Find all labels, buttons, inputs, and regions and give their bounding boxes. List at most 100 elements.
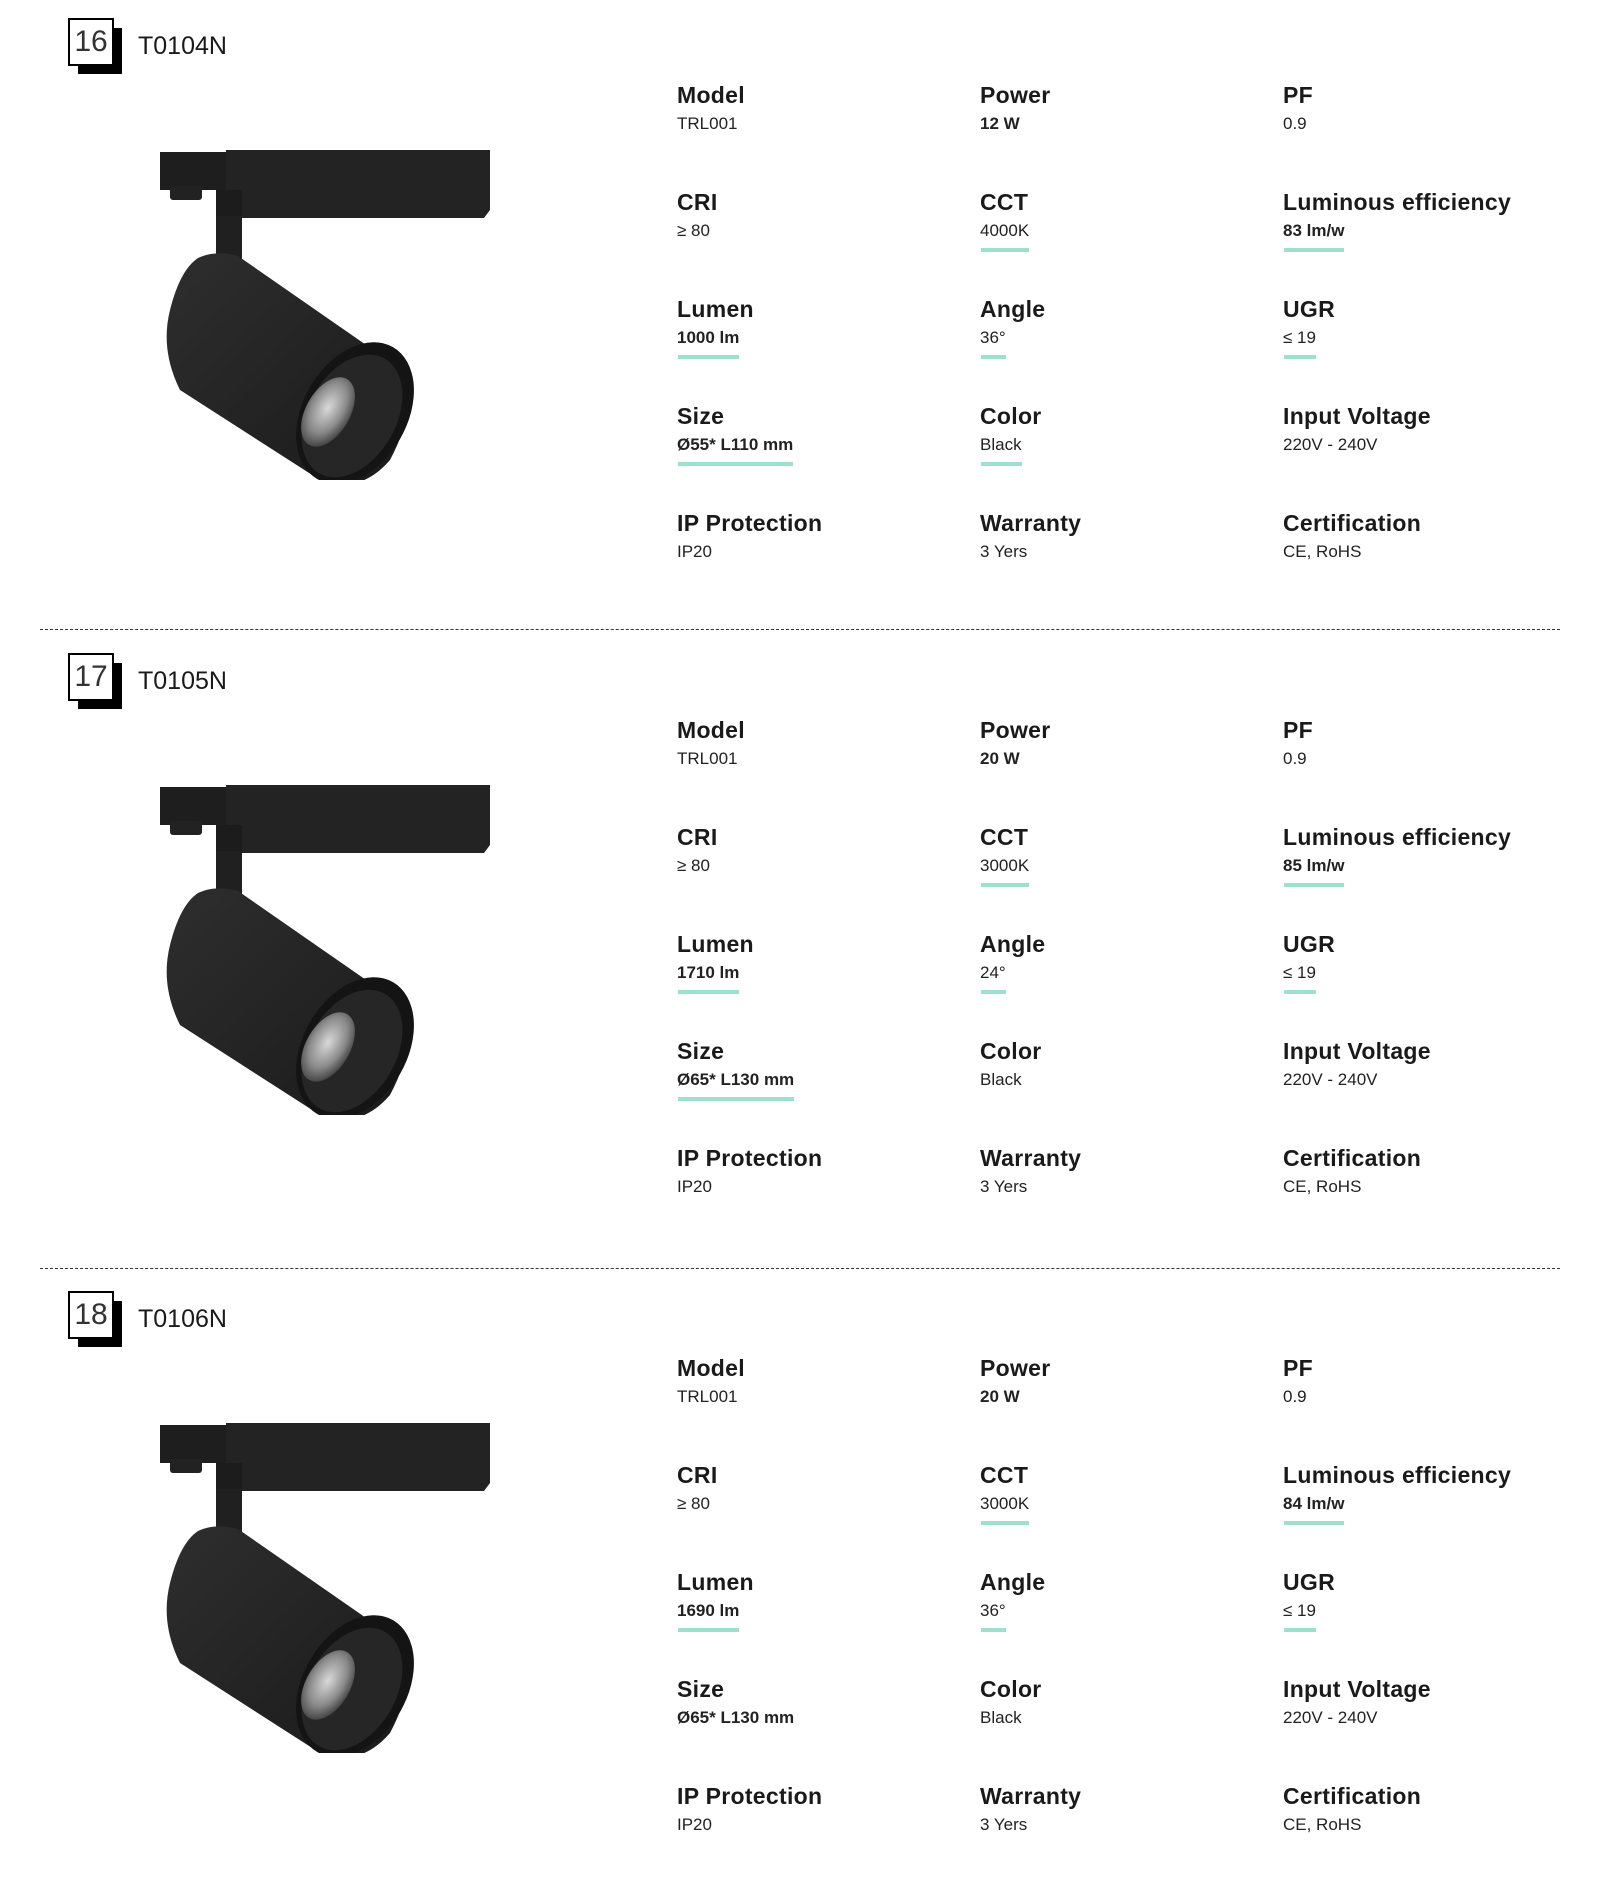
spec-item-cri: CRI ≥ 80 <box>677 1460 967 1517</box>
spec-value: 220V - 240V <box>1283 1070 1378 1089</box>
spec-value: 220V - 240V <box>1283 1708 1378 1727</box>
spec-label: Model <box>677 1355 745 1381</box>
spec-item-angle: Angle 36° <box>980 1567 1270 1632</box>
spec-value: 84 lm/w <box>1283 1491 1345 1525</box>
spec-label: IP Protection <box>677 1783 823 1809</box>
spec-value: 3000K <box>980 853 1030 887</box>
spec-item-size: Size Ø65* L130 mm <box>677 1036 967 1101</box>
spec-item-ip-protection: IP Protection IP20 <box>677 508 967 565</box>
spec-item-angle: Angle 36° <box>980 294 1270 359</box>
spec-value: CE, RoHS <box>1283 1177 1362 1196</box>
spec-label: CCT <box>980 189 1029 215</box>
spec-item-color: Color Black <box>980 1674 1270 1731</box>
spec-value: 1000 lm <box>677 325 740 359</box>
spec-label: UGR <box>1283 296 1336 322</box>
spec-value: 0.9 <box>1283 1387 1307 1406</box>
spec-label: Warranty <box>980 1145 1082 1171</box>
spec-item-size: Size Ø65* L130 mm <box>677 1674 967 1731</box>
spec-item-certification: Certification CE, RoHS <box>1283 508 1573 565</box>
spec-value: 12 W <box>980 114 1020 133</box>
spec-item-warranty: Warranty 3 Yers <box>980 1781 1270 1838</box>
spec-label: CRI <box>677 189 718 215</box>
spec-value: CE, RoHS <box>1283 1815 1362 1834</box>
section-divider <box>40 629 1560 630</box>
spec-value: Black <box>980 1708 1022 1727</box>
product-image <box>158 785 490 1120</box>
spec-value: 20 W <box>980 1387 1020 1406</box>
spec-label: Model <box>677 717 745 743</box>
spec-item-color: Color Black <box>980 1036 1270 1093</box>
spec-item-ugr: UGR ≤ 19 <box>1283 294 1573 359</box>
spec-value: IP20 <box>677 1177 712 1196</box>
spec-item-power: Power 20 W <box>980 715 1270 772</box>
spec-item-model: Model TRL001 <box>677 1353 967 1410</box>
spec-item-ip-protection: IP Protection IP20 <box>677 1781 967 1838</box>
spec-item-ugr: UGR ≤ 19 <box>1283 1567 1573 1632</box>
spec-label: Input Voltage <box>1283 403 1431 429</box>
spec-label: Color <box>980 1038 1042 1064</box>
spec-value: 85 lm/w <box>1283 853 1345 887</box>
spec-label: Angle <box>980 296 1046 322</box>
spec-label: UGR <box>1283 1569 1336 1595</box>
spec-label: PF <box>1283 717 1313 743</box>
product-index-badge: 18 <box>68 1291 122 1347</box>
spec-item-cct: CCT 4000K <box>980 187 1270 252</box>
spec-label: Certification <box>1283 510 1422 536</box>
spec-value: 3 Yers <box>980 1177 1028 1196</box>
spec-label: UGR <box>1283 931 1336 957</box>
spec-label: CCT <box>980 824 1029 850</box>
spec-value: ≤ 19 <box>1283 1598 1316 1632</box>
track-spotlight-image <box>158 785 490 1120</box>
spec-label: PF <box>1283 82 1313 108</box>
spec-item-model: Model TRL001 <box>677 715 967 772</box>
spec-value: 4000K <box>980 218 1030 252</box>
spec-label: Size <box>677 1038 725 1064</box>
product-code: T0104N <box>138 32 227 60</box>
spec-item-pf: PF 0.9 <box>1283 80 1573 137</box>
spec-item-warranty: Warranty 3 Yers <box>980 508 1270 565</box>
spec-label: Power <box>980 717 1051 743</box>
spec-label: Power <box>980 1355 1051 1381</box>
spec-item-cct: CCT 3000K <box>980 1460 1270 1525</box>
spec-value: Black <box>980 432 1022 466</box>
spec-value: 1690 lm <box>677 1598 740 1632</box>
spec-value: 0.9 <box>1283 114 1307 133</box>
spec-value: Ø55* L110 mm <box>677 432 794 466</box>
spec-value: TRL001 <box>677 1387 738 1406</box>
spec-label: Angle <box>980 931 1046 957</box>
spec-item-luminous-efficiency: Luminous efficiency 83 lm/w <box>1283 187 1573 252</box>
spec-item-lumen: Lumen 1000 lm <box>677 294 967 359</box>
spec-label: Lumen <box>677 296 754 322</box>
spec-value: ≥ 80 <box>677 1494 710 1513</box>
product-index-number: 16 <box>68 18 114 66</box>
spec-item-cri: CRI ≥ 80 <box>677 187 967 244</box>
spec-value: IP20 <box>677 542 712 561</box>
spec-item-model: Model TRL001 <box>677 80 967 137</box>
spec-label: Power <box>980 82 1051 108</box>
spec-item-lumen: Lumen 1690 lm <box>677 1567 967 1632</box>
product-index-number: 18 <box>68 1291 114 1339</box>
spec-item-size: Size Ø55* L110 mm <box>677 401 967 466</box>
spec-item-pf: PF 0.9 <box>1283 1353 1573 1410</box>
spec-label: Lumen <box>677 931 754 957</box>
spec-label: Lumen <box>677 1569 754 1595</box>
track-spotlight-image <box>158 150 490 485</box>
product-index-number: 17 <box>68 653 114 701</box>
spec-value: 0.9 <box>1283 749 1307 768</box>
spec-item-power: Power 20 W <box>980 1353 1270 1410</box>
spec-label: Luminous efficiency <box>1283 1462 1512 1488</box>
spec-value: Ø65* L130 mm <box>677 1708 795 1727</box>
spec-item-input-voltage: Input Voltage 220V - 240V <box>1283 1674 1573 1731</box>
spec-label: IP Protection <box>677 510 823 536</box>
spec-value: CE, RoHS <box>1283 542 1362 561</box>
spec-value: 36° <box>980 1598 1006 1632</box>
spec-value: ≤ 19 <box>1283 325 1316 359</box>
spec-label: Luminous efficiency <box>1283 189 1512 215</box>
spec-item-input-voltage: Input Voltage 220V - 240V <box>1283 401 1573 458</box>
spec-item-ip-protection: IP Protection IP20 <box>677 1143 967 1200</box>
spec-value: ≥ 80 <box>677 856 710 875</box>
spec-label: CRI <box>677 824 718 850</box>
spec-value: TRL001 <box>677 749 738 768</box>
spec-item-certification: Certification CE, RoHS <box>1283 1781 1573 1838</box>
spec-value: TRL001 <box>677 114 738 133</box>
